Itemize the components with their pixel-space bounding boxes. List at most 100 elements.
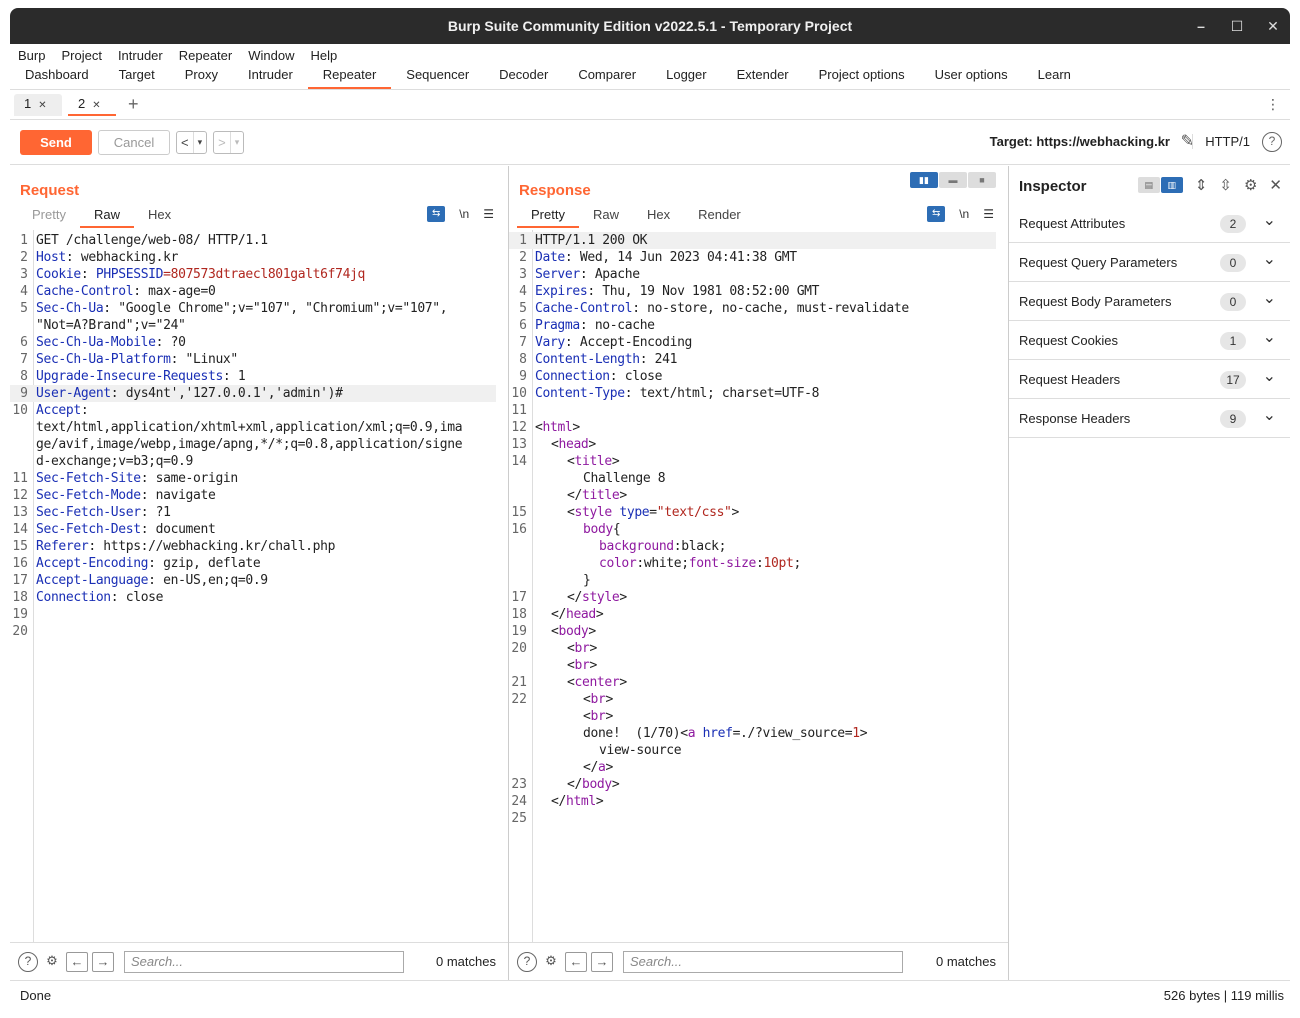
tab-target[interactable]: Target xyxy=(104,65,170,89)
single-view-icon[interactable]: ■ xyxy=(968,172,996,188)
chevron-down-icon[interactable]: ⌄ xyxy=(1263,327,1276,347)
tab-dashboard[interactable]: Dashboard xyxy=(10,65,104,89)
word-wrap-icon[interactable]: ⇆ xyxy=(427,206,446,222)
inspector-section-response-headers[interactable]: Response Headers 9 ⌄ xyxy=(1009,399,1290,438)
tab-hex[interactable]: Hex xyxy=(134,206,185,228)
chevron-down-icon[interactable]: ⌄ xyxy=(1263,210,1276,230)
gear-icon[interactable]: ⚙ xyxy=(541,952,561,972)
menu-window[interactable]: Window xyxy=(240,48,302,63)
history-back-group[interactable]: < ▾ xyxy=(176,130,208,154)
inspector-section-request-query-parameters[interactable]: Request Query Parameters 0 ⌄ xyxy=(1009,243,1290,282)
back-dropdown-icon[interactable]: ▾ xyxy=(192,131,207,153)
tab-user-options[interactable]: User options xyxy=(920,65,1023,89)
line-text: <br> xyxy=(529,708,613,725)
maximize-icon[interactable]: ☐ xyxy=(1230,18,1244,35)
menu-burp[interactable]: Burp xyxy=(10,48,53,63)
newline-toggle[interactable]: \n xyxy=(959,207,969,221)
history-forward-group[interactable]: > ▾ xyxy=(213,130,245,154)
more-options-icon[interactable]: ⋮ xyxy=(1266,96,1280,113)
menu-icon[interactable]: ☰ xyxy=(983,207,994,221)
chevron-down-icon[interactable]: ⌄ xyxy=(1263,405,1276,425)
chevron-down-icon[interactable]: ⌄ xyxy=(1263,249,1276,269)
line-number xyxy=(10,419,30,436)
count-badge: 17 xyxy=(1220,371,1246,389)
tab-render[interactable]: Render xyxy=(684,206,755,228)
horizontal-view-icon[interactable]: ▬ xyxy=(939,172,967,188)
forward-dropdown-icon[interactable]: ▾ xyxy=(229,131,244,153)
send-button[interactable]: Send xyxy=(20,129,92,155)
inspector-section-request-body-parameters[interactable]: Request Body Parameters 0 ⌄ xyxy=(1009,282,1290,321)
inspector-section-request-cookies[interactable]: Request Cookies 1 ⌄ xyxy=(1009,321,1290,360)
menu-icon[interactable]: ☰ xyxy=(483,207,494,221)
gear-icon[interactable]: ⚙ xyxy=(1244,176,1257,194)
tab-extender[interactable]: Extender xyxy=(722,65,804,89)
tab-learn[interactable]: Learn xyxy=(1023,65,1086,89)
response-editor[interactable]: 1 HTTP/1.1 200 OK 2 Date: Wed, 14 Jun 2023 … xyxy=(509,230,996,942)
inspector-section-request-attributes[interactable]: Request Attributes 2 ⌄ xyxy=(1009,204,1290,243)
tag-name: color xyxy=(599,556,637,571)
tab-repeater[interactable]: Repeater xyxy=(307,65,392,89)
tab-raw[interactable]: Raw xyxy=(579,206,633,228)
inspector-section-request-headers[interactable]: Request Headers 17 ⌄ xyxy=(1009,360,1290,399)
help-icon[interactable]: ? xyxy=(517,951,537,972)
response-line: </a> xyxy=(509,759,996,776)
word-wrap-icon[interactable]: ⇆ xyxy=(927,206,946,222)
cancel-button[interactable]: Cancel xyxy=(98,129,170,155)
line-number xyxy=(509,657,529,674)
panel-left-icon[interactable]: ▤ xyxy=(1137,177,1160,193)
add-tab-icon[interactable]: + xyxy=(128,94,139,115)
newline-toggle[interactable]: \n xyxy=(459,207,469,221)
close-tab-icon[interactable]: ✕ xyxy=(38,100,46,111)
line-text: </html> xyxy=(529,793,604,810)
line-text: body{ xyxy=(529,521,621,538)
menu-intruder[interactable]: Intruder xyxy=(110,48,171,63)
line-text xyxy=(30,606,36,623)
close-icon[interactable]: ✕ xyxy=(1269,176,1282,194)
chevron-down-icon[interactable]: ⌄ xyxy=(1263,288,1276,308)
help-icon[interactable]: ? xyxy=(18,951,38,972)
help-icon[interactable]: ? xyxy=(1262,132,1282,152)
tab-pretty[interactable]: Pretty xyxy=(18,206,80,228)
tab-pretty[interactable]: Pretty xyxy=(517,206,579,228)
repeater-tab-2[interactable]: 2 ✕ xyxy=(68,93,116,116)
tab-project-options[interactable]: Project options xyxy=(804,65,920,89)
back-icon[interactable]: < xyxy=(177,132,193,153)
search-input[interactable]: Search... xyxy=(124,950,404,973)
tab-decoder[interactable]: Decoder xyxy=(484,65,563,89)
request-editor[interactable]: 1 GET /challenge/web-08/ HTTP/1.1 2 Host: w… xyxy=(10,230,496,942)
split-view-icon[interactable]: ▮▮ xyxy=(910,172,938,188)
tab-comparer[interactable]: Comparer xyxy=(563,65,651,89)
arrow-left-icon[interactable]: ← xyxy=(66,951,88,972)
menu-project[interactable]: Project xyxy=(53,48,109,63)
tab-raw[interactable]: Raw xyxy=(79,206,134,228)
arrow-left-icon[interactable]: ← xyxy=(565,951,587,972)
line-number: 5 xyxy=(519,301,527,316)
close-icon[interactable]: ✕ xyxy=(1266,18,1280,35)
arrow-right-icon[interactable]: → xyxy=(591,951,613,972)
line-number: 4 xyxy=(519,284,527,299)
tab-hex[interactable]: Hex xyxy=(633,206,684,228)
arrow-right-icon[interactable]: → xyxy=(92,951,114,972)
repeater-tab-1[interactable]: 1 ✕ xyxy=(14,93,62,116)
line-text: Content-Type: text/html; charset=UTF-8 xyxy=(529,385,819,402)
menu-repeater[interactable]: Repeater xyxy=(171,48,240,63)
close-tab-icon[interactable]: ✕ xyxy=(92,100,100,111)
tab-intruder[interactable]: Intruder xyxy=(233,65,308,89)
minimize-icon[interactable]: – xyxy=(1194,18,1208,34)
response-line: 7 Vary: Accept-Encoding xyxy=(509,334,996,351)
panel-right-icon[interactable]: ▥ xyxy=(1160,177,1183,193)
menu-help[interactable]: Help xyxy=(302,48,345,63)
line-text: Server: Apache xyxy=(529,266,640,283)
tab-logger[interactable]: Logger xyxy=(651,65,721,89)
forward-icon[interactable]: > xyxy=(214,132,230,153)
search-input[interactable]: Search... xyxy=(623,950,903,973)
header-value: "Not=A?Brand";v="24" xyxy=(36,318,186,333)
http-version-toggle[interactable]: HTTP/1 xyxy=(1192,134,1250,149)
chevron-down-icon[interactable]: ⌄ xyxy=(1263,366,1276,386)
tab-proxy[interactable]: Proxy xyxy=(170,65,233,89)
gear-icon[interactable]: ⚙ xyxy=(42,952,62,972)
tab-sequencer[interactable]: Sequencer xyxy=(391,65,484,89)
expand-all-icon[interactable]: ⇕ xyxy=(1195,176,1208,194)
line-text: text/html,application/xhtml+xml,applicat… xyxy=(30,419,463,436)
collapse-all-icon[interactable]: ⇳ xyxy=(1219,176,1232,194)
